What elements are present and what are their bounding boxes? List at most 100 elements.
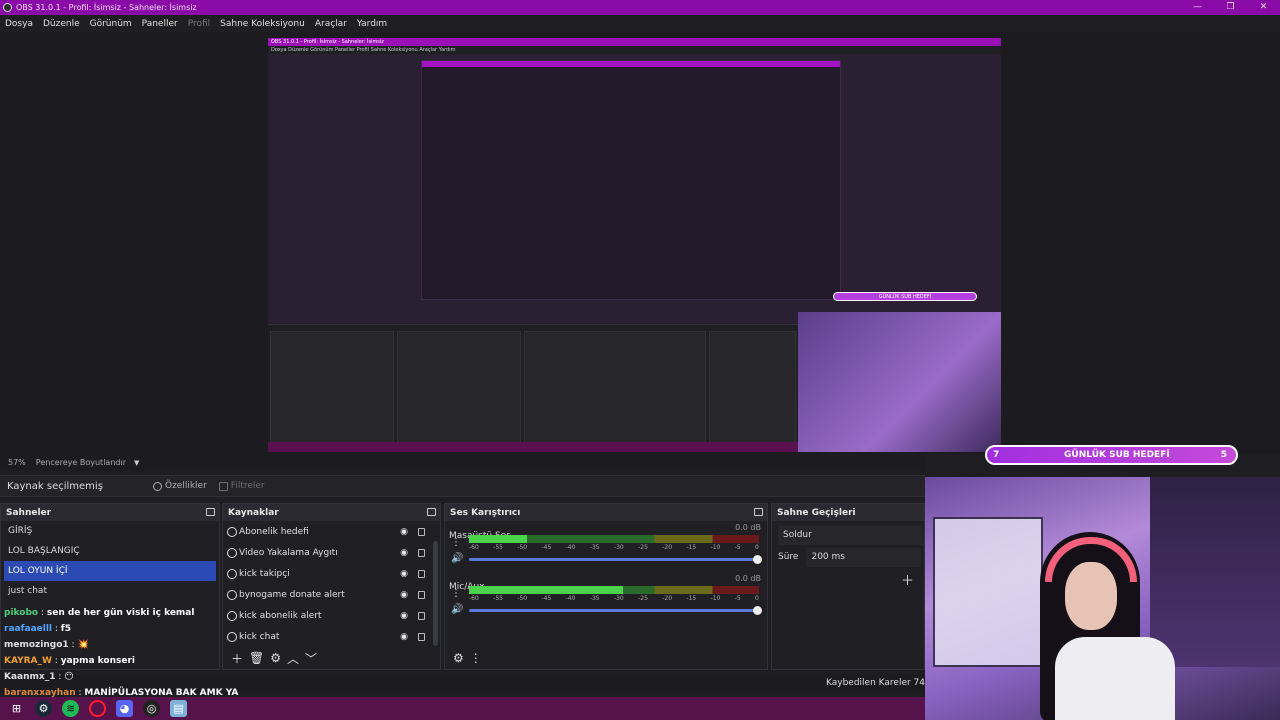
eye-icon[interactable]: ◉	[400, 611, 408, 621]
mixer-dock-header: Ses Karıştırıcı	[445, 504, 767, 521]
lock-icon[interactable]	[418, 632, 425, 641]
sources-title: Kaynaklar	[228, 507, 279, 518]
chevron-down-icon[interactable]: ▼	[134, 459, 139, 467]
dropped-frames: Kaybedilen Kareler 74	[826, 678, 925, 688]
chevron-down-icon[interactable]: ﹀	[305, 650, 317, 667]
duration-input[interactable]: 200 ms	[806, 547, 922, 567]
obs-icon[interactable]: ◎	[143, 700, 160, 717]
wall-art	[933, 517, 1043, 667]
meter-tick-label: 0	[755, 544, 759, 551]
kebab-menu-icon[interactable]: ⋮	[451, 588, 461, 599]
properties-button[interactable]: Özellikler	[147, 477, 213, 495]
scene-item[interactable]: just chat	[1, 581, 219, 601]
meter-tick-label: -55	[493, 595, 503, 602]
chat-username: Kaanmx_1	[4, 672, 56, 682]
scale-mode[interactable]: Pencereye Boyutlandır	[36, 458, 126, 467]
meter-tick-label: -5	[734, 595, 741, 602]
menu-view[interactable]: Görünüm	[85, 19, 137, 29]
spotify-icon[interactable]: ≋	[62, 700, 79, 717]
opera-icon[interactable]	[89, 700, 106, 717]
scene-item[interactable]: LOL BAŞLANGIÇ	[1, 541, 219, 561]
menu-file[interactable]: Dosya	[0, 19, 38, 29]
source-item[interactable]: Abonelik hedefi ◉	[223, 521, 440, 542]
windows-start-icon[interactable]: ⊞	[8, 700, 25, 717]
discord-icon[interactable]: ◕	[116, 700, 133, 717]
meter-tick-label: -60	[469, 544, 479, 551]
lock-icon[interactable]	[418, 611, 425, 620]
meter-scale: -60 -55 -50 -45 -40 -35 -30 -25 -20 -15 -10 -5 0	[469, 544, 759, 551]
preview-canvas[interactable]: OBS 31.0.1 - Profil: İsimsiz - Sahneler:…	[268, 38, 1001, 452]
mixer-title: Ses Karıştırıcı	[450, 507, 521, 518]
transition-select[interactable]: Soldur	[778, 525, 923, 545]
menu-docks[interactable]: Paneller	[137, 19, 183, 29]
filters-label: Filtreler	[230, 481, 265, 491]
menu-profile[interactable]: Profil	[183, 19, 215, 29]
sources-dock-header: Kaynaklar	[223, 504, 440, 521]
maximize-button[interactable]: ❐	[1214, 0, 1247, 15]
slider-handle[interactable]	[753, 606, 762, 615]
eye-icon[interactable]: ◉	[400, 548, 408, 558]
chat-username: raafaaelll	[4, 624, 53, 634]
lock-icon[interactable]	[418, 548, 425, 557]
scene-item[interactable]: GİRİŞ	[1, 521, 219, 541]
meter-tick-label: -15	[686, 544, 697, 551]
meter-tick-label: -30	[613, 544, 624, 551]
volume-slider[interactable]	[469, 606, 762, 615]
undock-icon[interactable]	[754, 508, 763, 516]
meter-tick-label: -35	[589, 544, 600, 551]
undock-icon[interactable]	[427, 508, 436, 516]
transition-select-row: Soldur	[772, 524, 924, 546]
close-button[interactable]: ✕	[1247, 0, 1280, 15]
figure-shelf	[1150, 477, 1280, 667]
webcam-feed	[925, 477, 1280, 720]
nested-taskbar	[268, 442, 798, 452]
camera-icon	[227, 547, 237, 558]
transitions-dock: Sahne Geçişleri Soldur Süre 200 ms ＋	[771, 503, 925, 670]
menu-scene-collection[interactable]: Sahne Koleksiyonu	[215, 19, 310, 29]
chat-message: yapma konseri	[60, 656, 135, 666]
source-item[interactable]: bynogame donate alert ◉	[223, 584, 440, 605]
chat-separator: :	[38, 608, 47, 618]
speaker-icon[interactable]: 🔊	[451, 604, 463, 615]
source-item[interactable]: kick takipçi ◉	[223, 563, 440, 584]
eye-icon[interactable]: ◉	[400, 569, 408, 579]
notes-icon[interactable]: ▤	[170, 700, 187, 717]
sub-goal-target: 5	[1220, 450, 1227, 460]
mixer-footer: ⚙ ⋮	[445, 647, 767, 669]
menu-edit[interactable]: Düzenle	[38, 19, 85, 29]
meter-tick-label: -25	[638, 544, 648, 551]
menu-help[interactable]: Yardım	[352, 19, 392, 29]
lock-icon[interactable]	[418, 527, 425, 536]
speaker-icon[interactable]: 🔊	[451, 553, 463, 564]
gear-icon[interactable]: ⚙	[453, 651, 464, 665]
menu-tools[interactable]: Araçlar	[310, 19, 352, 29]
lock-icon[interactable]	[418, 590, 425, 599]
filters-button[interactable]: Filtreler	[213, 477, 271, 495]
add-icon[interactable]: ＋	[901, 570, 914, 589]
eye-icon[interactable]: ◉	[400, 590, 408, 600]
eye-icon[interactable]: ◉	[400, 527, 408, 537]
slider-handle[interactable]	[753, 555, 762, 564]
lock-icon[interactable]	[418, 569, 425, 578]
undock-icon[interactable]	[206, 508, 215, 516]
preview-area[interactable]: OBS 31.0.1 - Profil: İsimsiz - Sahneler:…	[0, 32, 1280, 454]
duration-row: Süre 200 ms	[772, 546, 924, 568]
window-controls: — ❐ ✕	[1181, 0, 1280, 15]
mixer-channel: Mic/Aux 0.0 dB ⋮ -60 -55 -50 -45 -40 -35 -30 -2…	[445, 572, 767, 623]
kebab-menu-icon[interactable]: ⋮	[470, 651, 482, 665]
sources-scrollbar[interactable]	[433, 541, 438, 646]
chat-line: pikobo : sen de her gün viski iç kemal	[4, 605, 304, 621]
steam-icon[interactable]: ⚙	[35, 700, 52, 717]
scene-item-active[interactable]: LOL OYUN İÇİ	[4, 561, 216, 581]
nested-scenes-dock	[270, 331, 394, 443]
nested-subgoal: GÜNLÜK SUB HEDEFİ	[833, 292, 977, 301]
scenes-title: Sahneler	[6, 507, 52, 518]
meter-tick-label: -10	[710, 595, 721, 602]
eye-icon[interactable]: ◉	[400, 632, 408, 642]
minimize-button[interactable]: —	[1181, 0, 1214, 15]
volume-slider[interactable]	[469, 555, 762, 564]
kebab-menu-icon[interactable]: ⋮	[451, 537, 461, 548]
source-item[interactable]: Video Yakalama Aygıtı ◉	[223, 542, 440, 563]
meter-level	[469, 586, 623, 594]
duration-label: Süre	[778, 552, 799, 562]
